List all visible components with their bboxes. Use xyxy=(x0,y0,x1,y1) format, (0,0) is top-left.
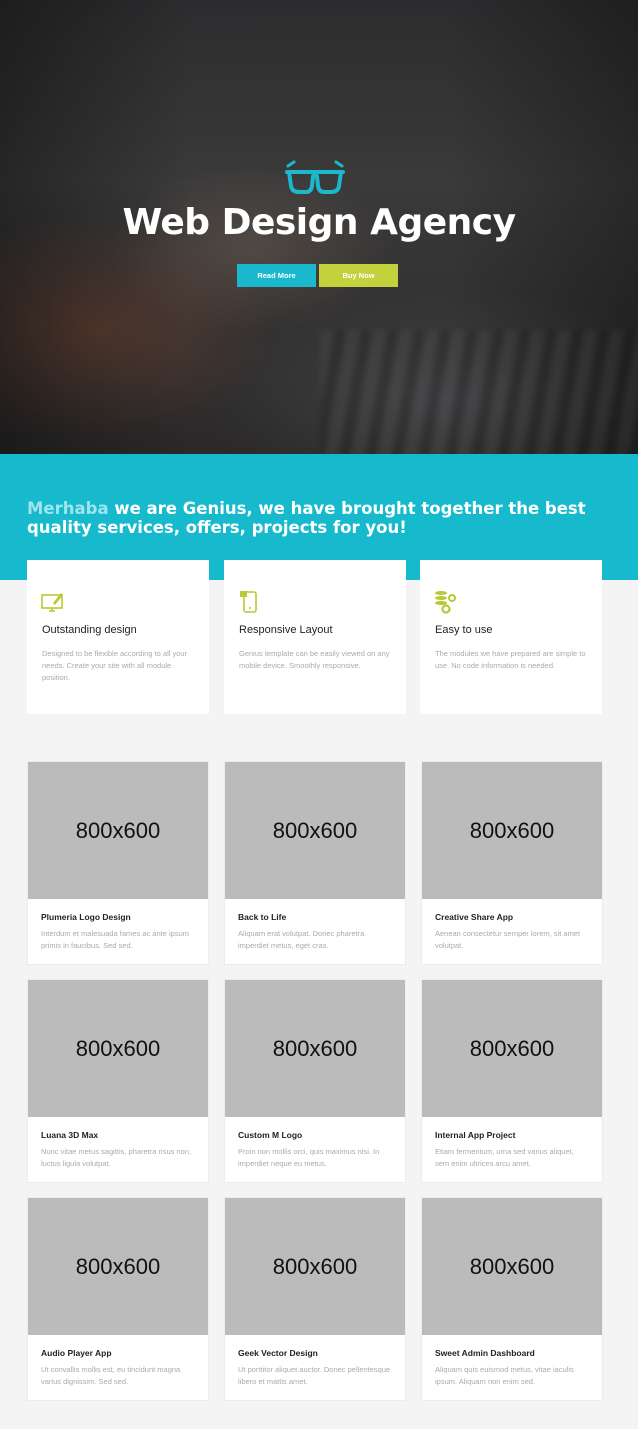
feature-desc: Genius template can be easily viewed on … xyxy=(239,649,390,670)
portfolio-desc: Aliquam quis euismod metus, vitae iaculi… xyxy=(435,1365,574,1386)
portfolio-desc: Ut porttitor aliquet auctor. Donec pelle… xyxy=(238,1365,391,1386)
feature-card: Responsive Layout Genius template can be… xyxy=(224,560,406,714)
portfolio-card[interactable]: 800x600 Luana 3D Max Nunc vitae metus sa… xyxy=(27,979,209,1183)
portfolio-card[interactable]: 800x600 Internal App Project Etiam ferme… xyxy=(421,979,603,1183)
portfolio-image-placeholder[interactable]: 800x600 xyxy=(225,980,405,1117)
portfolio-title[interactable]: Creative Share App xyxy=(435,912,513,922)
hero-title: Web Design Agency xyxy=(122,202,516,243)
feature-desc: Designed to be flexible according to all… xyxy=(42,649,188,682)
monitor-pen-icon xyxy=(41,593,63,612)
portfolio-desc: Ut convallis mollis est, eu tincidunt ma… xyxy=(41,1365,181,1386)
portfolio-title[interactable]: Audio Player App xyxy=(41,1348,112,1358)
feature-title: Easy to use xyxy=(435,624,493,636)
hero-section: Web Design Agency Read More Buy Now xyxy=(0,0,638,454)
portfolio-desc: Etiam fermentum, urna sed varius aliquet… xyxy=(435,1147,574,1168)
read-more-button[interactable]: Read More xyxy=(237,264,316,287)
intro-highlight: Merhaba xyxy=(27,499,109,518)
feature-title: Outstanding design xyxy=(42,624,137,636)
portfolio-image-placeholder[interactable]: 800x600 xyxy=(28,980,208,1117)
intro-body: we are Genius, we have brought together … xyxy=(27,499,586,537)
portfolio-desc: Nunc vitae metus sagittis, pharetra risu… xyxy=(41,1147,192,1168)
portfolio-image-placeholder[interactable]: 800x600 xyxy=(225,1198,405,1335)
portfolio-image-placeholder[interactable]: 800x600 xyxy=(28,762,208,899)
portfolio-card[interactable]: 800x600 Back to Life Aliquam erat volutp… xyxy=(224,761,406,965)
portfolio-card[interactable]: 800x600 Audio Player App Ut convallis mo… xyxy=(27,1197,209,1401)
portfolio-image-placeholder[interactable]: 800x600 xyxy=(28,1198,208,1335)
portfolio-title[interactable]: Luana 3D Max xyxy=(41,1130,98,1140)
feature-desc: The modules we have prepared are simple … xyxy=(435,649,586,670)
portfolio-title[interactable]: Sweet Admin Dashboard xyxy=(435,1348,535,1358)
portfolio-image-placeholder[interactable]: 800x600 xyxy=(422,762,602,899)
portfolio-image-placeholder[interactable]: 800x600 xyxy=(225,762,405,899)
portfolio-image-placeholder[interactable]: 800x600 xyxy=(422,1198,602,1335)
glasses-icon xyxy=(285,160,345,194)
portfolio-title[interactable]: Internal App Project xyxy=(435,1130,515,1140)
portfolio-image-placeholder[interactable]: 800x600 xyxy=(422,980,602,1117)
portfolio-desc: Interdum et malesuada fames ac ante ipsu… xyxy=(41,929,189,950)
portfolio-desc: Proin non mollis orci, quis maximus nisi… xyxy=(238,1147,380,1168)
feature-card: Outstanding design Designed to be flexib… xyxy=(27,560,209,714)
database-gear-icon xyxy=(435,591,456,614)
portfolio-card[interactable]: 800x600 Custom M Logo Proin non mollis o… xyxy=(224,979,406,1183)
portfolio-title[interactable]: Custom M Logo xyxy=(238,1130,302,1140)
intro-text: Merhaba we are Genius, we have brought t… xyxy=(27,499,607,537)
buy-now-button[interactable]: Buy Now xyxy=(319,264,398,287)
portfolio-card[interactable]: 800x600 Plumeria Logo Design Interdum et… xyxy=(27,761,209,965)
portfolio-title[interactable]: Back to Life xyxy=(238,912,286,922)
hero-background-keyboard xyxy=(320,330,638,454)
portfolio-title[interactable]: Geek Vector Design xyxy=(238,1348,318,1358)
feature-title: Responsive Layout xyxy=(239,624,333,636)
feature-card: Easy to use The modules we have prepared… xyxy=(420,560,602,714)
portfolio-desc: Aenean consectetur semper lorem, sit ame… xyxy=(435,929,581,950)
portfolio-title[interactable]: Plumeria Logo Design xyxy=(41,912,131,922)
portfolio-card[interactable]: 800x600 Geek Vector Design Ut porttitor … xyxy=(224,1197,406,1401)
mobile-icon xyxy=(240,591,257,613)
portfolio-card[interactable]: 800x600 Sweet Admin Dashboard Aliquam qu… xyxy=(421,1197,603,1401)
portfolio-desc: Aliquam erat volutpat. Donec pharetra im… xyxy=(238,929,365,950)
portfolio-card[interactable]: 800x600 Creative Share App Aenean consec… xyxy=(421,761,603,965)
